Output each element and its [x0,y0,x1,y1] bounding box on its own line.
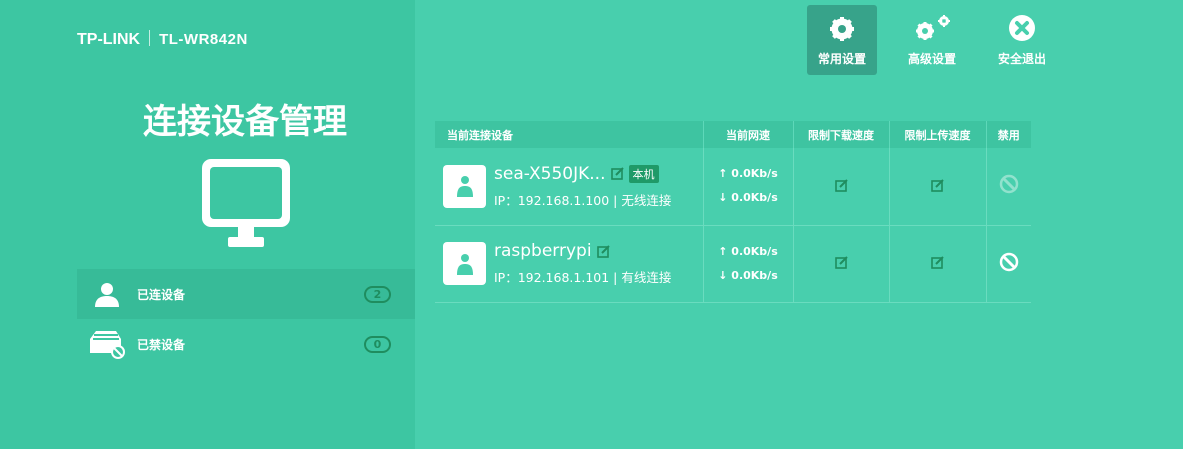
logo: TP-LINK TL-WR842N [77,30,248,49]
sidebar-item-label: 已禁设备 [137,337,186,352]
device-avatar-icon [443,164,486,208]
table-row: raspberrypi IP：192.168.1.101 | 有线连接 ↑ 0.… [435,225,1031,303]
page-title: 连接设备管理 [143,102,347,142]
edit-download-limit-icon[interactable] [834,256,848,269]
column-header: 限制下载速度 [793,121,890,148]
column-header: 当前连接设备 [435,121,704,148]
device-name: raspberrypi [494,241,592,261]
block-icon-disabled [999,175,1018,194]
edit-name-icon[interactable] [596,244,610,258]
device-table: 当前连接设备 当前网速 限制下载速度 限制上传速度 禁用 sea-X550JK.… [435,121,1031,303]
device-ip: IP：192.168.1.101 | 有线连接 [494,270,672,285]
brand-logo: TP-LINK [77,31,141,48]
blocked-devices-icon [90,331,125,359]
column-header: 限制上传速度 [889,121,987,148]
table-row: sea-X550JK... 本机 IP：192.168.1.100 | 无线连接 … [435,148,1031,226]
device-ip: IP：192.168.1.100 | 无线连接 [494,192,672,208]
button-label: 安全退出 [997,52,1046,66]
common-settings-button[interactable]: 常用设置 [807,5,877,75]
edit-upload-limit-icon[interactable] [931,179,944,192]
close-circle-icon [1009,15,1035,41]
upload-speed: ↑ 0.0Kb/s [718,244,778,258]
device-name: sea-X550JK... [494,163,606,184]
sidebar-item-blocked[interactable]: 已禁设备 0 [77,319,415,369]
download-speed: ↓ 0.0Kb/s [718,191,778,205]
device-avatar-icon [443,242,486,285]
column-header: 当前网速 [703,121,794,148]
edit-download-limit-icon[interactable] [834,179,848,192]
count-badge: 0 [364,335,391,353]
column-header: 禁用 [986,121,1031,148]
sidebar-item-label: 已连设备 [137,287,186,302]
user-icon [95,283,119,307]
button-label: 常用设置 [817,52,866,66]
sidebar: TP-LINK TL-WR842N 连接设备管理 已连设备 2 已禁设备 0 [0,0,415,449]
button-label: 高级设置 [907,52,956,66]
download-speed: ↓ 0.0Kb/s [718,268,778,282]
logout-button[interactable]: 安全退出 [987,5,1057,75]
monitor-icon [202,159,290,247]
advanced-settings-button[interactable]: 高级设置 [897,5,967,75]
model-name: TL-WR842N [159,31,248,48]
upload-speed: ↑ 0.0Kb/s [718,167,778,181]
gear-icon [830,17,854,41]
gears-icon [916,15,950,40]
sidebar-item-connected[interactable]: 已连设备 2 [77,269,415,319]
count-badge: 2 [364,285,391,303]
edit-upload-limit-icon[interactable] [931,256,944,269]
edit-name-icon[interactable] [610,167,624,181]
this-device-badge: 本机 [628,164,659,183]
block-device-icon[interactable] [999,252,1019,272]
